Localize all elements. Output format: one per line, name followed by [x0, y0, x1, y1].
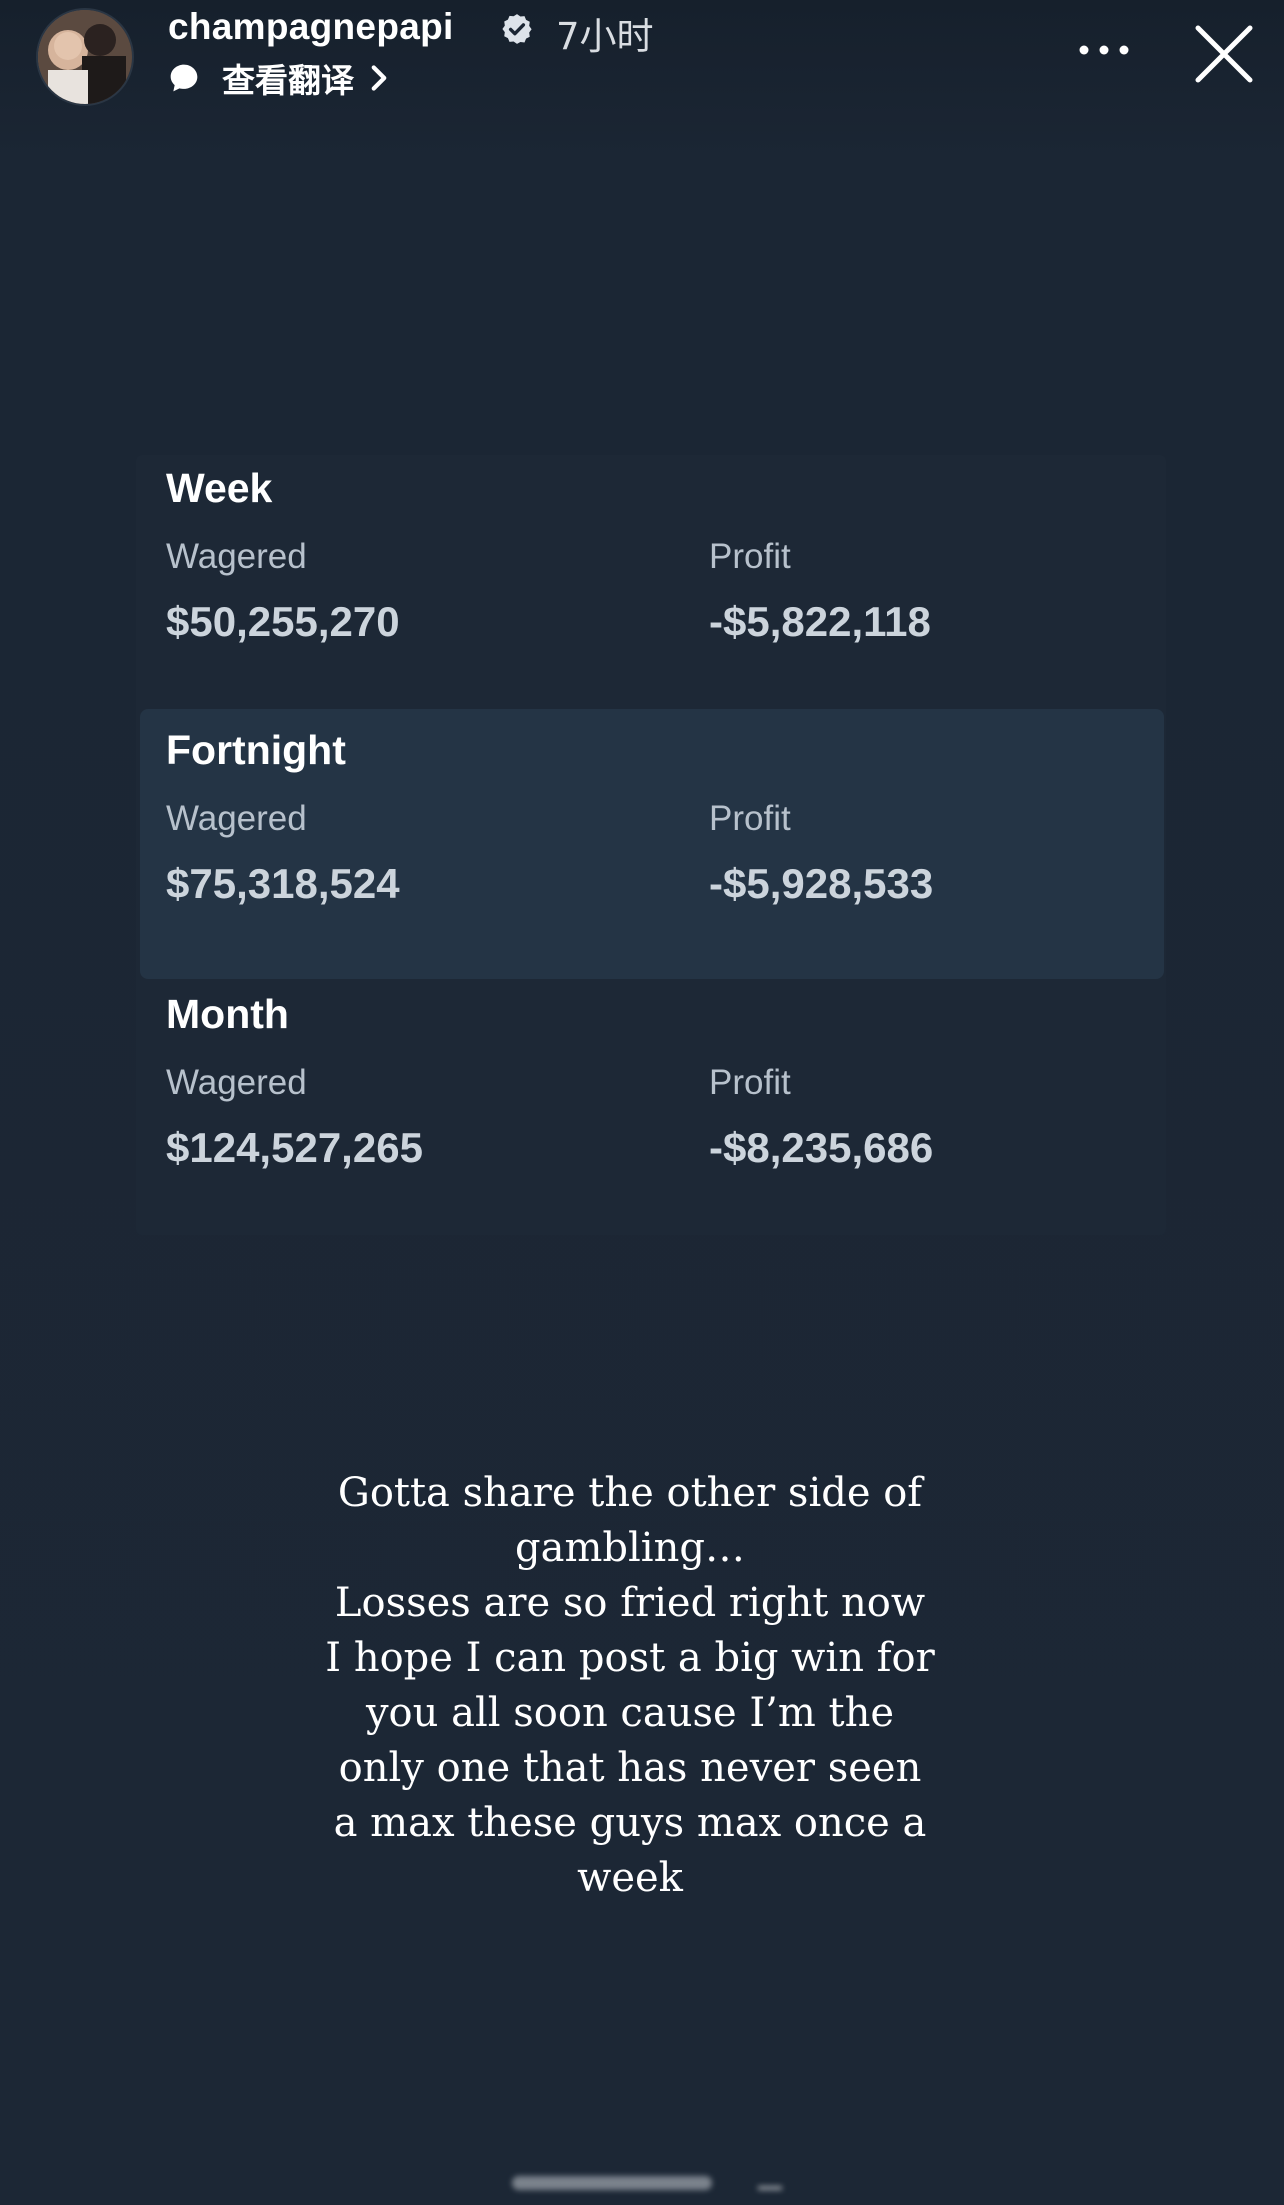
- period-title: Fortnight: [166, 727, 346, 773]
- profit-value: -$5,928,533: [709, 860, 934, 907]
- see-translation-button[interactable]: 查看翻译: [168, 58, 390, 100]
- chevron-right-icon: [371, 65, 387, 91]
- wagered-value: $75,318,524: [166, 860, 400, 907]
- caption-line: week: [577, 1855, 683, 1901]
- profit-value: -$8,235,686: [709, 1124, 934, 1171]
- avatar-image: [38, 10, 132, 104]
- story-header: champagnepapi 7小时 查看翻译: [0, 0, 1284, 120]
- betting-stats-card: Week Wagered Profit $50,255,270 -$5,822,…: [136, 455, 1166, 1235]
- stats-row-month: Month Wagered Profit $124,527,265 -$8,23…: [136, 981, 1166, 1246]
- caption-line: Gotta share the other side of: [337, 1470, 923, 1516]
- wagered-label: Wagered: [166, 1063, 307, 1102]
- blurred-watermark: [512, 2176, 782, 2190]
- avatar[interactable]: [36, 8, 134, 106]
- story-viewer: champagnepapi 7小时 查看翻译 Week Wagered Prof…: [0, 0, 1284, 2205]
- profit-label: Profit: [709, 1063, 791, 1102]
- story-caption: Gotta share the other side of gambling… …: [290, 1466, 970, 1906]
- caption-line: gambling…: [515, 1525, 745, 1571]
- chat-bubble-icon: [170, 64, 198, 92]
- username[interactable]: champagnepapi: [168, 6, 454, 48]
- wagered-value: $50,255,270: [166, 598, 400, 645]
- wagered-label: Wagered: [166, 799, 307, 838]
- caption-line: Losses are so fried right now: [334, 1580, 926, 1626]
- more-horizontal-icon[interactable]: [1076, 40, 1132, 60]
- verified-badge-icon: [502, 14, 532, 44]
- period-title: Week: [166, 465, 273, 511]
- wagered-label: Wagered: [166, 537, 307, 576]
- stats-row-week: Week Wagered Profit $50,255,270 -$5,822,…: [136, 455, 1166, 720]
- post-time: 7小时: [556, 15, 654, 58]
- caption-line: only one that has never seen: [338, 1745, 922, 1791]
- period-title: Month: [166, 991, 289, 1037]
- stats-row-fortnight: Fortnight Wagered Profit $75,318,524 -$5…: [140, 709, 1164, 979]
- profit-value: -$5,822,118: [709, 598, 931, 645]
- profit-label: Profit: [709, 537, 791, 576]
- caption-line: I hope I can post a big win for: [325, 1635, 935, 1681]
- wagered-value: $124,527,265: [166, 1124, 423, 1171]
- caption-line: you all soon cause I’m the: [365, 1690, 895, 1736]
- see-translation-label: 查看翻译: [222, 61, 354, 100]
- caption-line: a max these guys max once a: [333, 1800, 927, 1846]
- profit-label: Profit: [709, 799, 791, 838]
- close-icon[interactable]: [1192, 22, 1256, 86]
